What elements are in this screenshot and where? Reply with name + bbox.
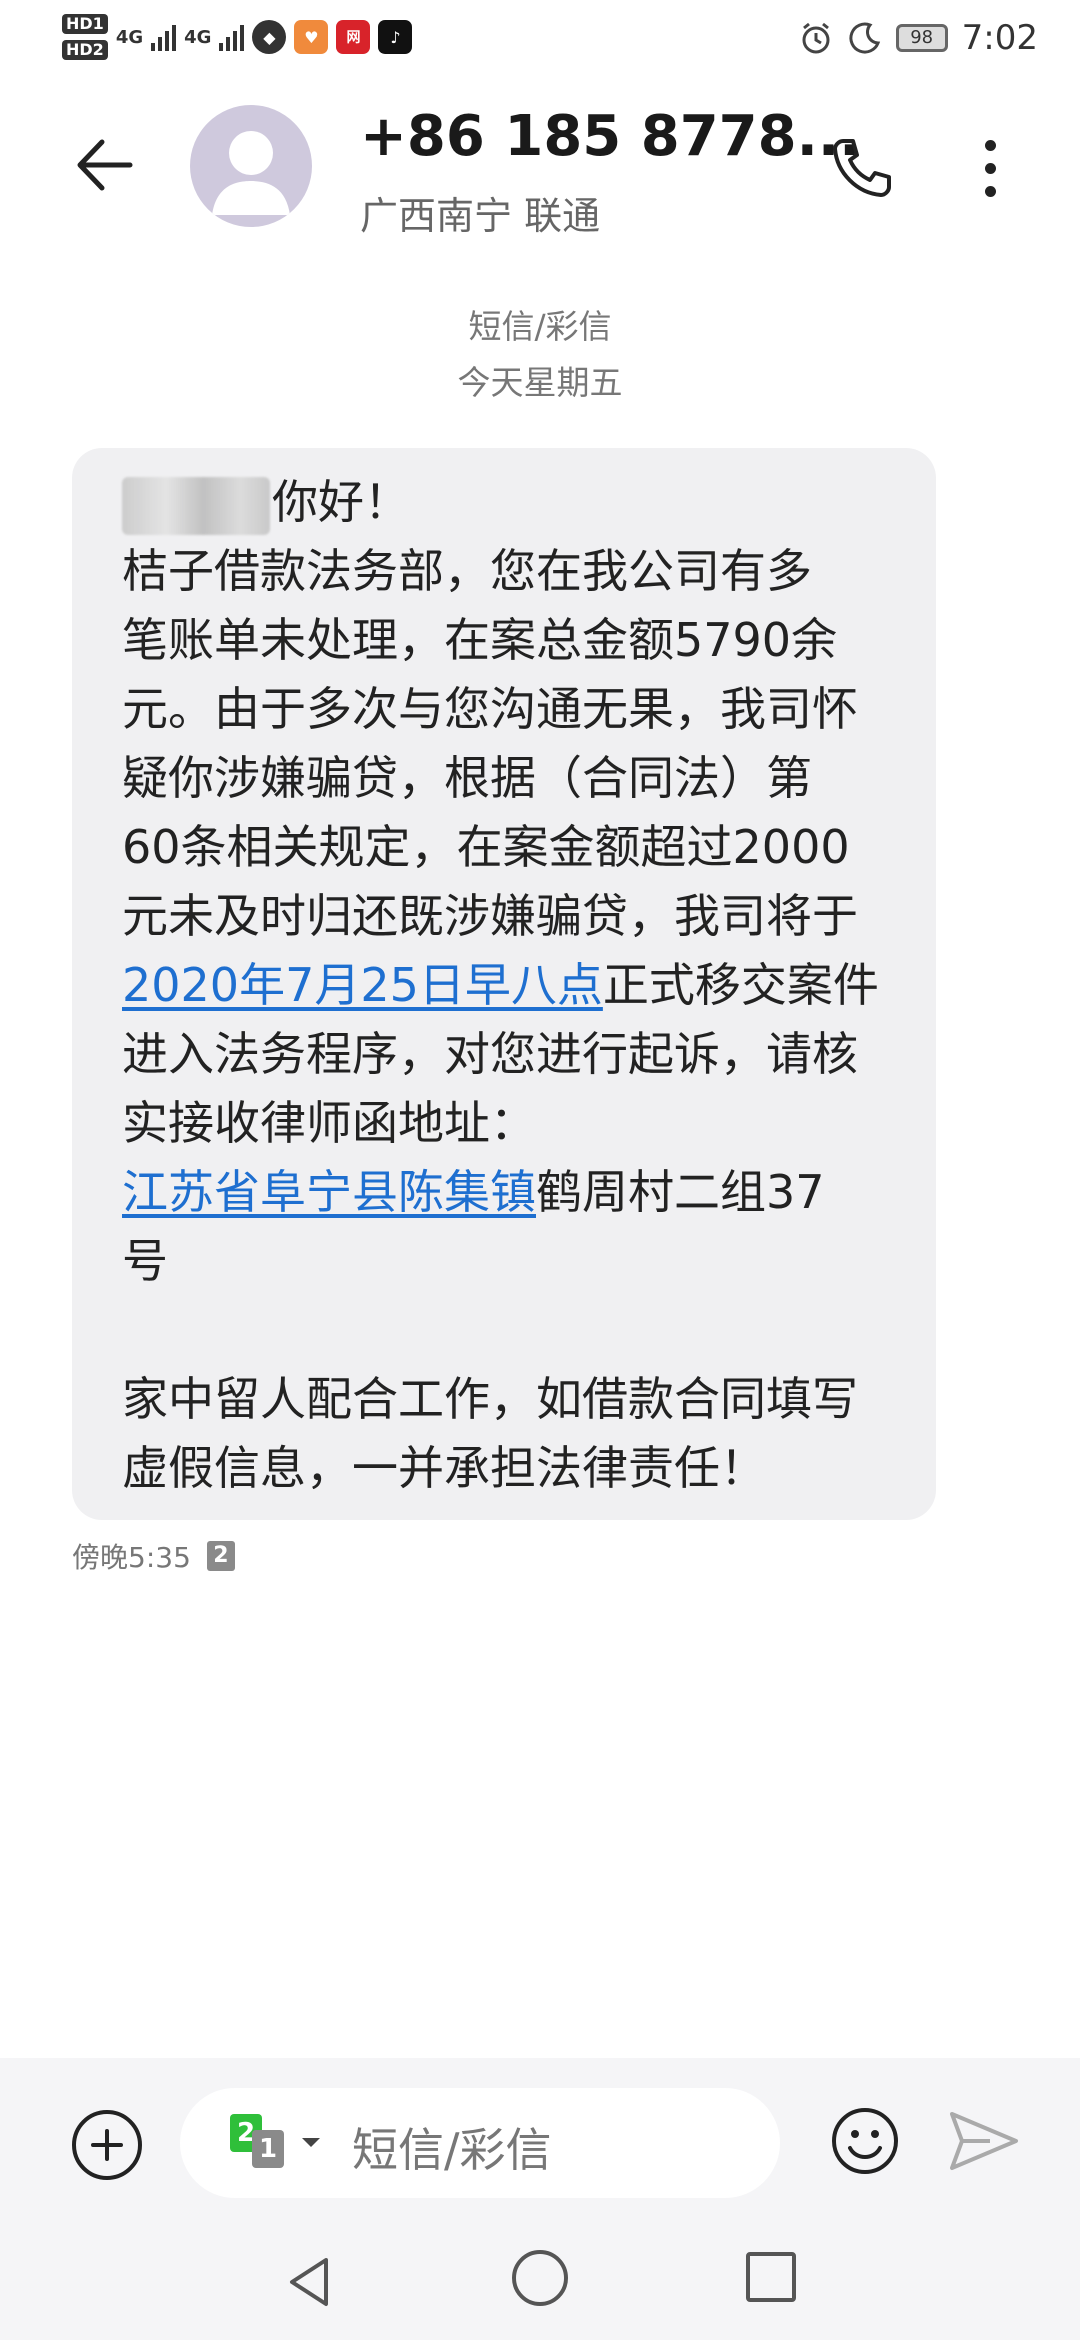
message-input-placeholder: 短信/彩信 bbox=[352, 2123, 552, 2177]
message-text: 你好！ 桔子借款法务部，您在我公司有多 笔账单未处理，在案总金额5790余 元。… bbox=[122, 468, 912, 1503]
redacted-name bbox=[122, 476, 270, 535]
message-line: 虚假信息，一并承担法律责任！ bbox=[122, 1441, 766, 1495]
netease-news-icon: 网 bbox=[336, 20, 371, 54]
sim-secondary-icon: 1 bbox=[252, 2130, 284, 2168]
message-meta: 傍晚5:35 2 bbox=[72, 1536, 235, 1576]
conversation-header: +86 185 8778... 广西南宁 联通 bbox=[0, 80, 1080, 250]
send-icon[interactable] bbox=[946, 2106, 1022, 2176]
message-line: 江苏省阜宁县陈集镇鹤周村二组37 bbox=[122, 1158, 912, 1227]
message-text-segment: 正式移交案件 bbox=[602, 958, 879, 1012]
hd-indicators: HD1 HD2 bbox=[62, 14, 108, 60]
contact-location: 广西南宁 联通 bbox=[360, 194, 601, 238]
message-line: 号 bbox=[122, 1234, 168, 1288]
emoji-icon[interactable] bbox=[830, 2106, 900, 2176]
network-type-2: 4G bbox=[184, 26, 212, 48]
person-icon bbox=[212, 131, 290, 215]
message-line: 60条相关规定，在案金额超过2000 bbox=[122, 820, 850, 874]
date-link[interactable]: 2020年7月25日早八点 bbox=[122, 958, 603, 1012]
system-nav-bar bbox=[0, 2224, 1080, 2340]
message-line: 元。由于多次与您沟通无果，我司怀 bbox=[122, 682, 858, 736]
message-line: 2020年7月25日早八点正式移交案件 bbox=[122, 951, 912, 1020]
more-options-button[interactable] bbox=[960, 128, 1020, 208]
message-line: 家中留人配合工作，如借款合同填写 bbox=[122, 1372, 858, 1426]
message-line: 笔账单未处理，在案总金额5790余 bbox=[122, 613, 838, 667]
sim-selector[interactable]: 2 1 bbox=[230, 2114, 300, 2174]
more-dot bbox=[984, 162, 996, 174]
back-button[interactable] bbox=[60, 120, 150, 210]
more-dot bbox=[984, 139, 996, 151]
messaging-screen: HD1 HD2 4G 4G ◆ ♥ 网 ♪ 98 7:02 +86 185 87… bbox=[0, 0, 1080, 2340]
status-bar: HD1 HD2 4G 4G ◆ ♥ 网 ♪ 98 7:02 bbox=[0, 0, 1080, 80]
phone-icon bbox=[833, 139, 891, 197]
message-line: 实接收律师函地址： bbox=[122, 1096, 536, 1150]
chevron-down-icon[interactable] bbox=[302, 2138, 320, 2147]
message-text-segment: 鹤周村二组37 bbox=[536, 1165, 825, 1219]
message-line: 元未及时归还既涉嫌骗贷，我司将于 bbox=[122, 889, 858, 943]
message-time: 傍晚5:35 bbox=[72, 1541, 191, 1574]
add-attachment-button[interactable] bbox=[72, 2110, 142, 2180]
more-dot bbox=[984, 185, 996, 197]
network-type-1: 4G bbox=[115, 26, 144, 48]
sim-card-badge: 2 bbox=[206, 1541, 235, 1571]
health-app-icon: ♥ bbox=[294, 20, 329, 54]
conversation-date-label: 今天星期五 bbox=[457, 363, 623, 402]
greeting-text: 你好！ bbox=[272, 475, 410, 529]
status-right: 98 7:02 bbox=[798, 18, 1038, 58]
call-button[interactable] bbox=[822, 128, 902, 208]
qq-icon: ◆ bbox=[252, 20, 287, 54]
avatar[interactable] bbox=[190, 105, 312, 227]
message-line: 进入法务程序，对您进行起诉，请核 bbox=[122, 1027, 858, 1081]
contact-number[interactable]: +86 185 8778... bbox=[360, 104, 860, 169]
message-line: 疑你涉嫌骗贷，根据（合同法）第 bbox=[122, 751, 812, 805]
arrow-left-icon bbox=[77, 139, 133, 191]
conversation-type-label: 短信/彩信 bbox=[468, 307, 612, 346]
status-left: HD1 HD2 4G 4G ◆ ♥ 网 ♪ bbox=[62, 14, 413, 60]
hd-badge-1: HD1 bbox=[62, 14, 108, 34]
nav-home-icon[interactable] bbox=[512, 2250, 568, 2306]
alarm-icon bbox=[802, 22, 830, 54]
message-line: 桔子借款法务部，您在我公司有多 bbox=[122, 544, 812, 598]
nav-back-icon[interactable] bbox=[280, 2252, 340, 2312]
address-link[interactable]: 江苏省阜宁县陈集镇 bbox=[122, 1165, 536, 1219]
signal-icon bbox=[151, 23, 177, 51]
message-input[interactable]: 2 1 短信/彩信 bbox=[180, 2088, 780, 2198]
tiktok-icon: ♪ bbox=[378, 20, 413, 54]
signal-icon bbox=[219, 23, 245, 51]
status-time: 7:02 bbox=[961, 18, 1038, 58]
compose-bar: 2 1 短信/彩信 bbox=[0, 2058, 1080, 2224]
message-line: 你好！ bbox=[122, 468, 912, 537]
hd-badge-2: HD2 bbox=[62, 40, 108, 60]
message-bubble[interactable]: 你好！ 桔子借款法务部，您在我公司有多 笔账单未处理，在案总金额5790余 元。… bbox=[72, 448, 936, 1520]
nav-recent-apps-icon[interactable] bbox=[746, 2252, 796, 2302]
battery-icon: 98 bbox=[895, 24, 948, 52]
plus-icon bbox=[91, 2129, 123, 2161]
moon-icon bbox=[849, 22, 880, 54]
